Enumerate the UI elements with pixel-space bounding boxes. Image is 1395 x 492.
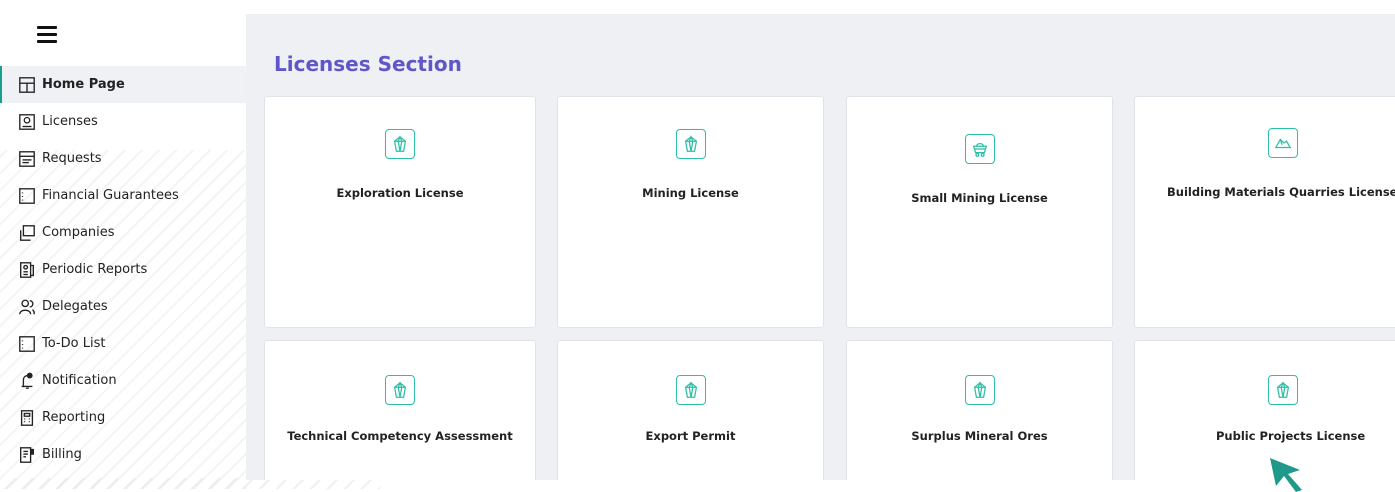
sidebar: Home Page Licenses Requests Financial Gu… xyxy=(0,0,246,489)
card-small-mining-license[interactable]: Small Mining License xyxy=(846,96,1113,328)
crystal-icon xyxy=(675,129,706,159)
main-content: Licenses Section Exploration License Min… xyxy=(246,14,1395,480)
card-surplus-mineral-ores[interactable]: Surplus Mineral Ores xyxy=(846,340,1113,480)
sidebar-item-label: Requests xyxy=(42,151,102,166)
card-building-materials-quarries-licenses[interactable]: Building Materials Quarries Licenses xyxy=(1134,96,1395,328)
card-public-projects-license[interactable]: Public Projects License xyxy=(1134,340,1395,480)
sidebar-item-label: Reporting xyxy=(42,410,106,425)
crystal-icon xyxy=(385,129,415,159)
calculator-icon xyxy=(17,408,37,428)
card-label: Building Materials Quarries Licenses xyxy=(1167,185,1395,199)
card-export-permit[interactable]: Export Permit xyxy=(557,340,824,480)
invoice-icon xyxy=(17,445,37,465)
sidebar-item-notification[interactable]: Notification xyxy=(0,362,246,399)
dotted-box-icon xyxy=(17,186,37,206)
mine-cart-icon xyxy=(964,134,995,164)
sidebar-item-label: Delegates xyxy=(42,299,108,314)
sidebar-nav: Home Page Licenses Requests Financial Gu… xyxy=(0,66,246,473)
card-label: Mining License xyxy=(642,186,739,200)
sidebar-item-label: Licenses xyxy=(42,114,98,129)
crystal-icon xyxy=(675,375,706,405)
rocks-icon xyxy=(1268,128,1298,158)
card-label: Surplus Mineral Ores xyxy=(911,429,1048,443)
sidebar-item-licenses[interactable]: Licenses xyxy=(0,103,246,140)
card-label: Technical Competency Assessment xyxy=(287,429,513,443)
report-doc-icon xyxy=(17,260,37,280)
sidebar-item-label: Home Page xyxy=(42,77,125,92)
sidebar-item-label: Billing xyxy=(42,447,82,462)
card-technical-competency-assessment[interactable]: Technical Competency Assessment xyxy=(264,340,536,480)
users-icon xyxy=(17,297,37,317)
sidebar-item-delegates[interactable]: Delegates xyxy=(0,288,246,325)
crystal-icon xyxy=(1268,375,1298,405)
dotted-box-icon xyxy=(17,334,37,354)
sidebar-item-home-page[interactable]: Home Page xyxy=(0,66,246,103)
id-card-icon xyxy=(17,112,37,132)
list-box-icon xyxy=(17,149,37,169)
hamburger-menu-icon[interactable] xyxy=(37,26,57,44)
sidebar-item-label: Notification xyxy=(42,373,117,388)
page-title: Licenses Section xyxy=(274,52,462,76)
card-mining-license[interactable]: Mining License xyxy=(557,96,824,328)
sidebar-item-financial-guarantees[interactable]: Financial Guarantees xyxy=(0,177,246,214)
sidebar-item-label: To-Do List xyxy=(42,336,106,351)
crystal-icon xyxy=(964,375,995,405)
bell-icon xyxy=(17,371,37,391)
card-label: Small Mining License xyxy=(911,191,1048,205)
sidebar-item-billing[interactable]: Billing xyxy=(0,436,246,473)
crystal-icon xyxy=(385,375,415,405)
sidebar-item-label: Financial Guarantees xyxy=(42,188,179,203)
sidebar-item-label: Companies xyxy=(42,225,115,240)
copy-icon xyxy=(17,223,37,243)
card-label: Export Permit xyxy=(645,429,736,443)
sidebar-item-periodic-reports[interactable]: Periodic Reports xyxy=(0,251,246,288)
layout-icon xyxy=(17,75,37,95)
mouse-cursor-icon xyxy=(1270,458,1302,492)
sidebar-item-requests[interactable]: Requests xyxy=(0,140,246,177)
card-label: Exploration License xyxy=(336,186,464,200)
card-label: Public Projects License xyxy=(1216,429,1366,443)
card-exploration-license[interactable]: Exploration License xyxy=(264,96,536,328)
sidebar-item-to-do-list[interactable]: To-Do List xyxy=(0,325,246,362)
sidebar-item-companies[interactable]: Companies xyxy=(0,214,246,251)
sidebar-item-reporting[interactable]: Reporting xyxy=(0,399,246,436)
sidebar-item-label: Periodic Reports xyxy=(42,262,148,277)
